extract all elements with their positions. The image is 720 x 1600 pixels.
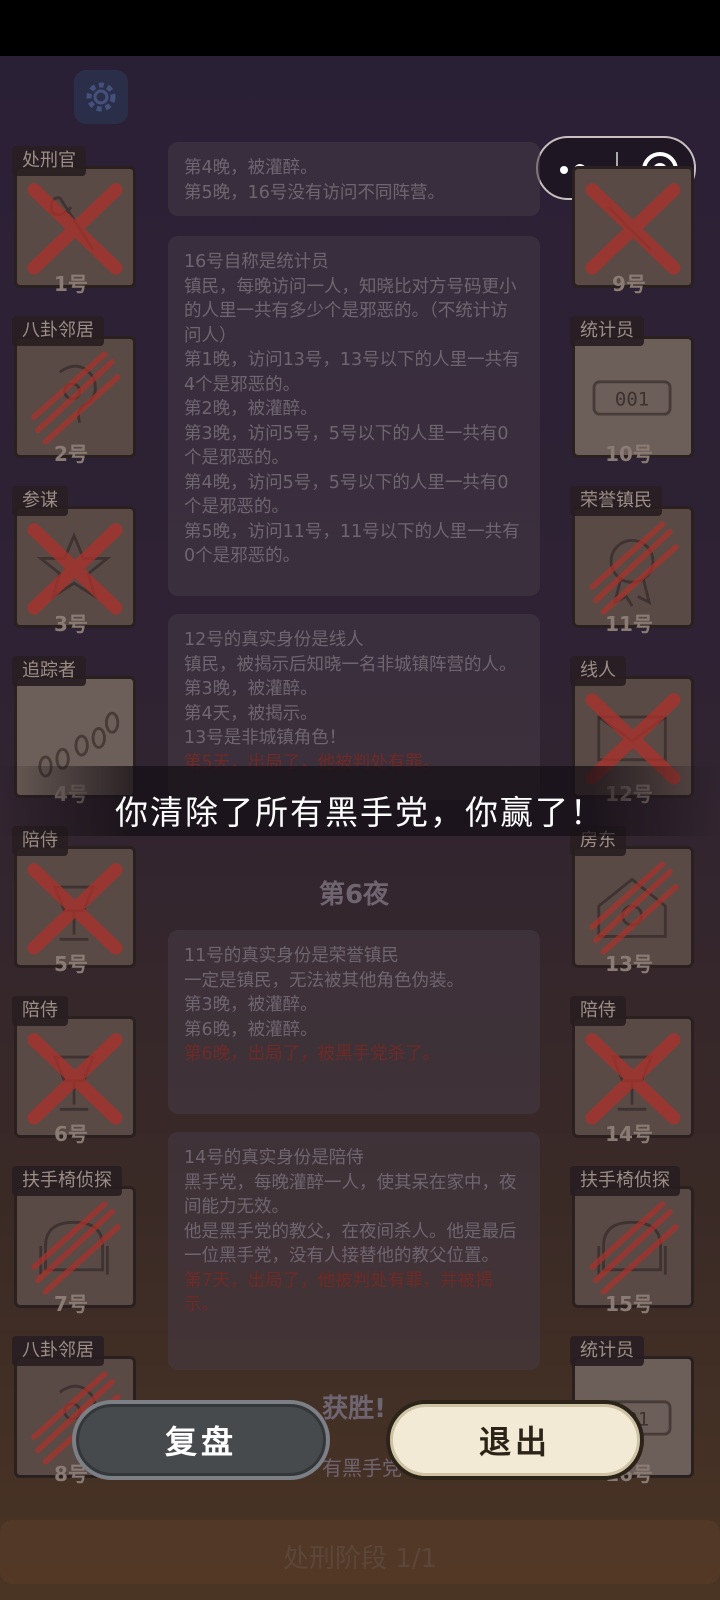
role-label: 扶手椅侦探	[570, 1166, 680, 1196]
player-card-3号[interactable]: 参谋 3号	[6, 486, 136, 642]
player-card-1号[interactable]: 处刑官 1号	[6, 146, 136, 302]
player-number: 10号	[605, 442, 653, 466]
role-label: 八卦邻居	[12, 316, 104, 346]
role-label: 八卦邻居	[12, 1336, 104, 1366]
player-number: 3号	[54, 612, 88, 636]
player-card-7号[interactable]: 扶手椅侦探 7号	[6, 1166, 136, 1322]
role-label: 处刑官	[12, 146, 86, 176]
role-label: 陪侍	[12, 996, 68, 1026]
log-entry: 14号的真实身份是陪侍 黑手党，每晚灌醉一人，使其呆在家中，夜间能力无效。 他是…	[168, 1132, 540, 1370]
night-heading: 第6夜	[318, 880, 390, 910]
phase-bar: 处刑阶段 1/1	[0, 1520, 720, 1584]
status-bar	[0, 0, 720, 56]
player-card-11号[interactable]: 荣誉镇民 11号	[564, 486, 694, 642]
player-card-14号[interactable]: 陪侍 14号	[564, 996, 694, 1152]
player-card-2号[interactable]: 八卦邻居 2号	[6, 316, 136, 472]
svg-text:001: 001	[615, 389, 649, 411]
player-number: 9号	[612, 272, 646, 296]
result-message: 你清除了所有黑手党，你赢了！	[115, 793, 605, 832]
log-entry: 第4晚，被灌醉。 第5晚，16号没有访问不同阵营。	[168, 142, 540, 216]
replay-button[interactable]: 复盘	[72, 1400, 330, 1480]
gear-icon	[86, 82, 116, 112]
player-card-9号[interactable]: 9号	[564, 152, 694, 302]
exit-button[interactable]: 退出	[386, 1400, 644, 1480]
player-number: 5号	[54, 952, 88, 976]
log-entry: 11号的真实身份是荣誉镇民 一定是镇民，无法被其他角色伪装。 第3晚，被灌醉。 …	[168, 930, 540, 1114]
log-entry: 16号自称是统计员 镇民，每晚访问一人，知晓比对方号码更小的人里一共有多少个是邪…	[168, 236, 540, 596]
player-number: 14号	[605, 1122, 653, 1146]
role-label: 统计员	[570, 1336, 644, 1366]
player-card-10号[interactable]: 001 统计员 10号	[564, 316, 694, 472]
role-label: 线人	[570, 656, 626, 686]
player-number: 13号	[605, 952, 653, 976]
player-number: 11号	[605, 612, 653, 636]
player-number: 7号	[54, 1292, 88, 1316]
settings-button[interactable]	[74, 70, 128, 124]
role-label: 参谋	[12, 486, 68, 516]
player-number: 1号	[54, 272, 88, 296]
player-card-5号[interactable]: 陪侍 5号	[6, 826, 136, 982]
player-number: 15号	[605, 1292, 653, 1316]
role-label: 陪侍	[570, 996, 626, 1026]
role-label: 荣誉镇民	[570, 486, 662, 516]
role-label: 扶手椅侦探	[12, 1166, 122, 1196]
phase-label: 处刑阶段 1/1	[282, 1544, 438, 1574]
player-number: 2号	[54, 442, 88, 466]
player-card-15号[interactable]: 扶手椅侦探 15号	[564, 1166, 694, 1322]
role-label: 统计员	[570, 316, 644, 346]
player-number: 6号	[54, 1122, 88, 1146]
player-card-13号[interactable]: 房东 13号	[564, 826, 694, 982]
role-label: 追踪者	[12, 656, 86, 686]
player-card-6号[interactable]: 陪侍 6号	[6, 996, 136, 1152]
